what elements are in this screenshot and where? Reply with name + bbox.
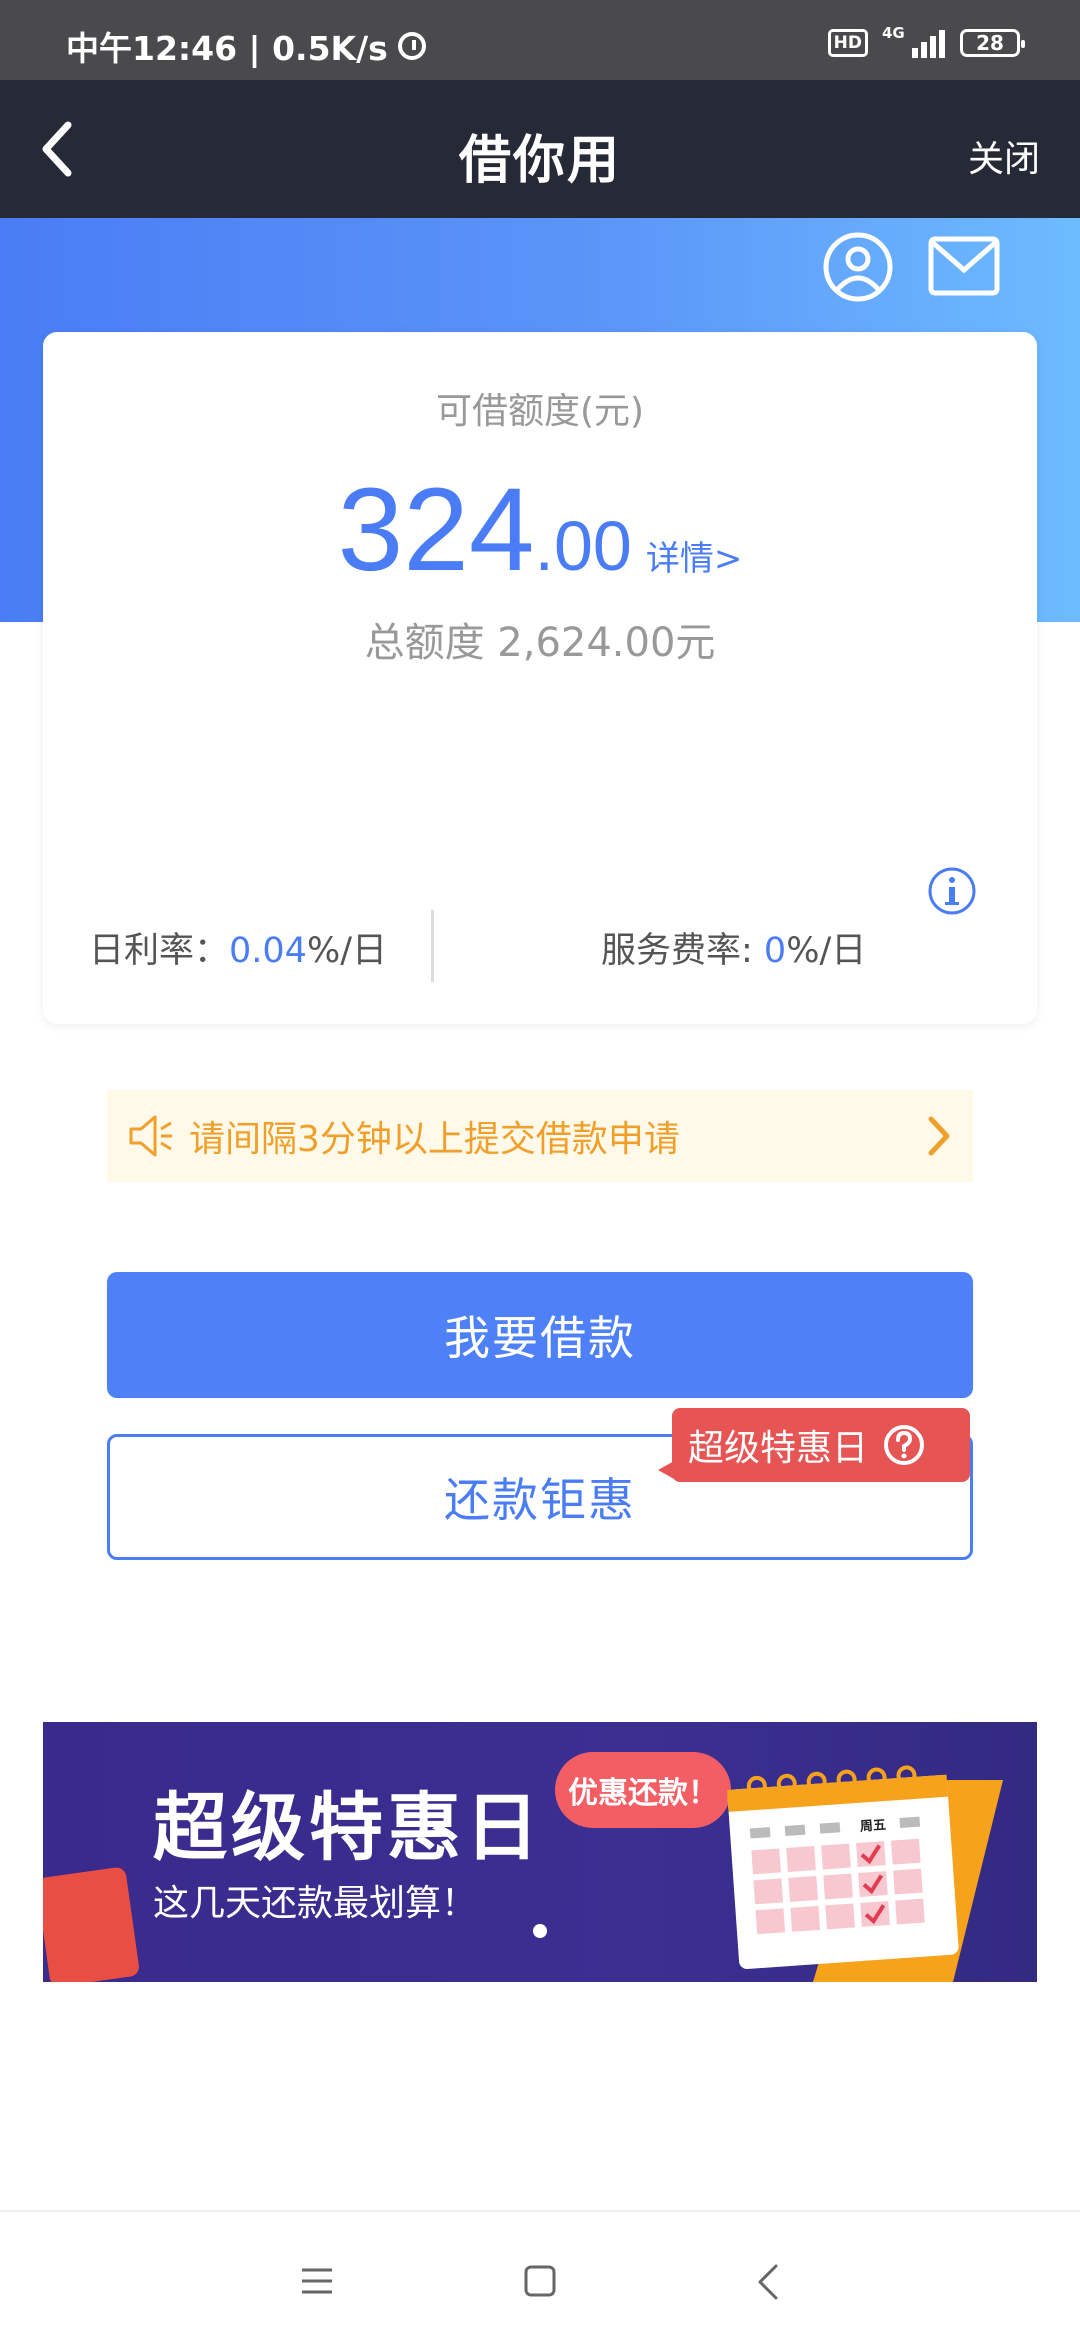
hd-icon: HD — [827, 29, 868, 57]
daily-rate-unit: %/日 — [306, 931, 388, 971]
available-credit-label: 可借额度(元) — [435, 391, 645, 432]
red-envelope-icon — [43, 1866, 141, 1982]
calendar-icon: 周五 — [727, 1765, 1003, 1982]
status-left: 中午12:46 | 0.5K/s — [66, 22, 426, 70]
banner-title: 超级特惠日 — [153, 1785, 543, 1871]
service-rate-label: 服务费率: — [601, 931, 764, 971]
daily-rate: 日利率：0.04%/日 — [89, 922, 387, 973]
battery-level: 28 — [976, 31, 1004, 55]
notice-text: 请间隔3分钟以上提交借款申请 — [189, 1119, 680, 1160]
amount-integer: 324 — [337, 464, 535, 596]
signal-icon: 4G — [882, 24, 946, 58]
status-time: 中午12:46 | 0.5K/s — [66, 29, 388, 68]
available-amount: 324.00 详情> — [43, 462, 1037, 598]
amount-decimal: .00 — [534, 507, 632, 585]
speaker-icon — [129, 1115, 172, 1157]
page-title: 借你用 — [458, 131, 621, 191]
calendar-day-label: 周五 — [859, 1818, 886, 1835]
question-icon[interactable] — [882, 1423, 926, 1467]
daily-rate-label: 日利率： — [89, 931, 230, 971]
service-rate: 服务费率: 0%/日 — [601, 922, 866, 973]
chevron-right-icon — [928, 1116, 950, 1156]
promo-banner[interactable]: 超级特惠日 这几天还款最划算！ 优惠还款！ 周五 — [43, 1722, 1037, 1982]
banner-subtitle: 这几天还款最划算！ — [153, 1883, 478, 1924]
battery-icon: 28 — [960, 29, 1025, 57]
rate-divider — [431, 910, 434, 982]
nav-bar: 借你用 关闭 — [0, 80, 1080, 218]
carousel-dot[interactable] — [533, 1924, 547, 1938]
notice-bar[interactable]: 请间隔3分钟以上提交借款申请 — [107, 1090, 973, 1182]
menu-icon[interactable] — [300, 2266, 334, 2296]
borrow-button[interactable]: 我要借款 — [107, 1272, 973, 1398]
back-icon[interactable] — [756, 2262, 780, 2302]
promo-tag[interactable]: 超级特惠日 — [658, 1408, 970, 1482]
alarm-icon — [397, 32, 426, 60]
credit-card: 可借额度(元) 324.00 详情> 总额度 2,624.00元 日利率：0.04… — [43, 332, 1037, 1024]
user-profile-icon[interactable] — [822, 231, 894, 303]
network-type: 4G — [882, 24, 905, 42]
home-icon[interactable] — [523, 2264, 557, 2298]
system-nav-bar — [0, 2210, 1080, 2342]
total-credit: 总额度 2,624.00元 — [364, 620, 716, 666]
detail-link[interactable]: 详情> — [646, 539, 743, 579]
status-bar: 中午12:46 | 0.5K/s HD 4G 28 — [0, 0, 1080, 80]
promo-tag-label: 超级特惠日 — [688, 1428, 869, 1469]
status-right: HD 4G 28 — [827, 24, 1025, 58]
close-button[interactable]: 关闭 — [968, 130, 1040, 182]
service-rate-unit: %/日 — [786, 931, 867, 971]
service-rate-value: 0 — [763, 931, 787, 971]
daily-rate-value: 0.04 — [229, 931, 307, 971]
mail-icon[interactable] — [928, 236, 1000, 296]
info-icon[interactable] — [927, 866, 977, 916]
